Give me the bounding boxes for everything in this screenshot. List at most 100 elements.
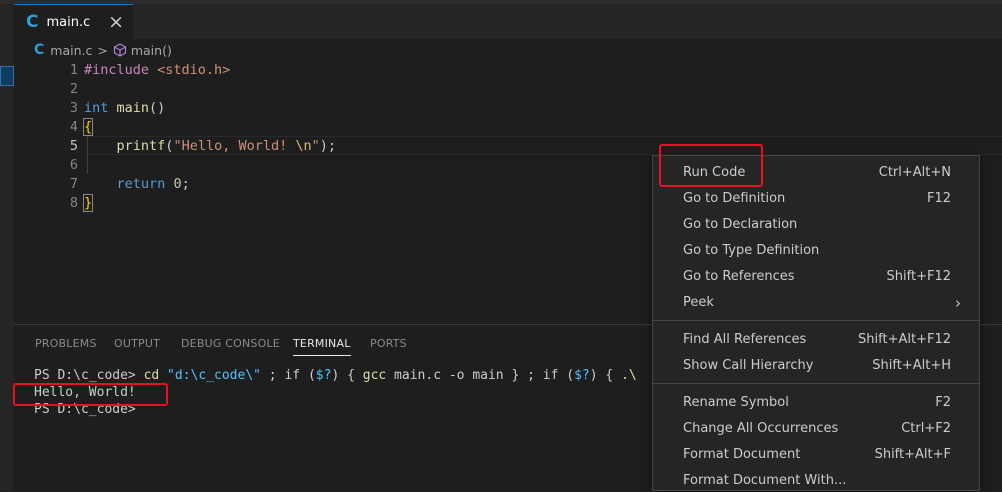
breadcrumb-symbol[interactable]: main(): [131, 43, 172, 58]
code-line[interactable]: 5 printf("Hello, World! \n");: [14, 137, 1002, 156]
line-number: 3: [69, 100, 78, 116]
code-text: #include <stdio.h>: [84, 61, 230, 80]
menu-item-label: Format Document: [683, 447, 801, 462]
terminal-arg: "d:\c_code\": [159, 368, 261, 383]
menu-separator: [653, 383, 979, 384]
highlight-box-run-code: [659, 144, 763, 187]
menu-item-label: Format Document With...: [683, 473, 847, 488]
menu-item-shortcut: Shift+Alt+H: [872, 358, 951, 373]
code-text: int main(): [84, 99, 165, 118]
code-token: 0: [173, 176, 182, 192]
terminal-command-line: PS D:\c_code> cd "d:\c_code\" ; if ($?) …: [34, 367, 637, 384]
menu-item-label: Go to References: [683, 269, 795, 284]
menu-item-find-all-references[interactable]: Find All References Shift+Alt+F12: [653, 328, 979, 352]
line-number: 8: [69, 195, 78, 211]
code-token: ;: [181, 176, 190, 192]
code-text: return 0;: [84, 175, 190, 194]
editor-tab-strip: C main.c ×: [14, 4, 1002, 39]
code-token: \n: [295, 138, 312, 154]
menu-item-shortcut: Ctrl+Alt+N: [878, 165, 951, 180]
line-number: 2: [69, 81, 78, 97]
menu-item-go-to-type-definition[interactable]: Go to Type Definition: [653, 239, 979, 263]
line-number: 5: [69, 138, 78, 154]
breadcrumb: C main.c > main(): [34, 40, 172, 60]
menu-item-shortcut: F12: [926, 191, 951, 206]
chevron-right-icon: ›: [955, 294, 961, 312]
menu-item-label: Change All Occurrences: [683, 421, 839, 436]
code-token: main: [116, 100, 150, 116]
activity-bar-indicator: [0, 66, 14, 86]
breadcrumb-file[interactable]: main.c: [50, 43, 92, 58]
code-text: {: [82, 118, 94, 137]
code-line[interactable]: 1 #include <stdio.h>: [14, 61, 1002, 80]
menu-item-show-call-hierarchy[interactable]: Show Call Hierarchy Shift+Alt+H: [653, 354, 979, 378]
terminal-text: } ; if (: [503, 368, 575, 383]
tab-label: main.c: [46, 14, 91, 30]
code-token: return: [116, 176, 166, 192]
line-number: 4: [69, 119, 78, 135]
terminal-var: $?: [574, 368, 590, 383]
menu-item-label: Go to Definition: [683, 191, 786, 206]
code-text: printf("Hello, World! \n");: [84, 137, 337, 156]
code-token: #include: [84, 62, 158, 78]
terminal-text: ) {: [589, 368, 622, 383]
code-token: }: [82, 194, 94, 212]
terminal-cmd: gcc: [362, 368, 387, 383]
menu-item-shortcut: Ctrl+F2: [901, 421, 951, 436]
panel-tab-debug-console[interactable]: DEBUG CONSOLE: [181, 337, 280, 350]
tab-main-c[interactable]: C main.c ×: [14, 4, 133, 39]
menu-item-label: Show Call Hierarchy: [683, 358, 814, 373]
context-menu: Run Code Ctrl+Alt+N Go to Definition F12 Go …: [652, 155, 980, 491]
code-token: "Hello, World!: [173, 138, 296, 154]
menu-item-shortcut: Shift+F12: [886, 269, 951, 284]
cube-icon: [113, 43, 126, 57]
close-icon[interactable]: ×: [108, 11, 124, 33]
terminal-cmd: cd: [143, 368, 160, 383]
menu-item-go-to-definition[interactable]: Go to Definition F12: [653, 187, 979, 211]
menu-item-shortcut: Shift+Alt+F12: [858, 332, 951, 347]
menu-item-rename-symbol[interactable]: Rename Symbol F2: [653, 391, 979, 415]
menu-item-shortcut: F2: [935, 395, 951, 410]
menu-item-shortcut: Shift+Alt+F: [874, 447, 951, 462]
code-line[interactable]: 3 int main(): [14, 99, 1002, 118]
menu-item-go-to-references[interactable]: Go to References Shift+F12: [653, 265, 979, 289]
highlight-box-output: [13, 383, 168, 406]
menu-item-format-document[interactable]: Format Document Shift+Alt+F: [653, 443, 979, 467]
terminal-text: ) {: [331, 368, 363, 383]
menu-item-change-all-occurrences[interactable]: Change All Occurrences Ctrl+F2: [653, 417, 979, 441]
terminal-cmd: .\: [621, 368, 637, 383]
terminal-var: $?: [315, 368, 332, 383]
c-language-icon: C: [34, 42, 45, 58]
line-number: 6: [69, 157, 78, 173]
activity-bar: [0, 4, 14, 491]
menu-item-label: Go to Type Definition: [683, 243, 820, 258]
terminal-prompt: PS D:\c_code>: [34, 368, 144, 383]
code-token: (): [149, 100, 166, 116]
panel-tab-terminal[interactable]: TERMINAL: [293, 337, 351, 356]
panel-tab-output[interactable]: OUTPUT: [114, 337, 160, 350]
code-token: int: [84, 100, 109, 116]
code-token: );: [319, 138, 337, 154]
code-line[interactable]: 2: [14, 80, 1002, 99]
code-token: printf: [116, 138, 166, 154]
code-token: ": [311, 138, 320, 154]
line-number: 7: [69, 176, 78, 192]
breadcrumb-separator: >: [97, 42, 108, 58]
menu-item-label: Go to Declaration: [683, 217, 798, 232]
menu-item-label: Rename Symbol: [683, 395, 789, 410]
code-token: {: [82, 118, 94, 136]
menu-item-format-document-with[interactable]: Format Document With...: [653, 469, 979, 490]
code-line[interactable]: 4{: [14, 118, 1002, 137]
menu-item-go-to-declaration[interactable]: Go to Declaration: [653, 213, 979, 237]
code-text: }: [82, 194, 94, 213]
line-number: 1: [69, 62, 78, 78]
panel-tab-ports[interactable]: PORTS: [370, 337, 407, 350]
panel-tab-problems[interactable]: PROBLEMS: [35, 337, 97, 350]
c-language-icon: C: [26, 12, 39, 32]
code-token: <stdio.h>: [157, 62, 231, 78]
menu-item-peek[interactable]: Peek ›: [653, 291, 979, 315]
terminal-text: main.c -o main: [386, 368, 504, 383]
